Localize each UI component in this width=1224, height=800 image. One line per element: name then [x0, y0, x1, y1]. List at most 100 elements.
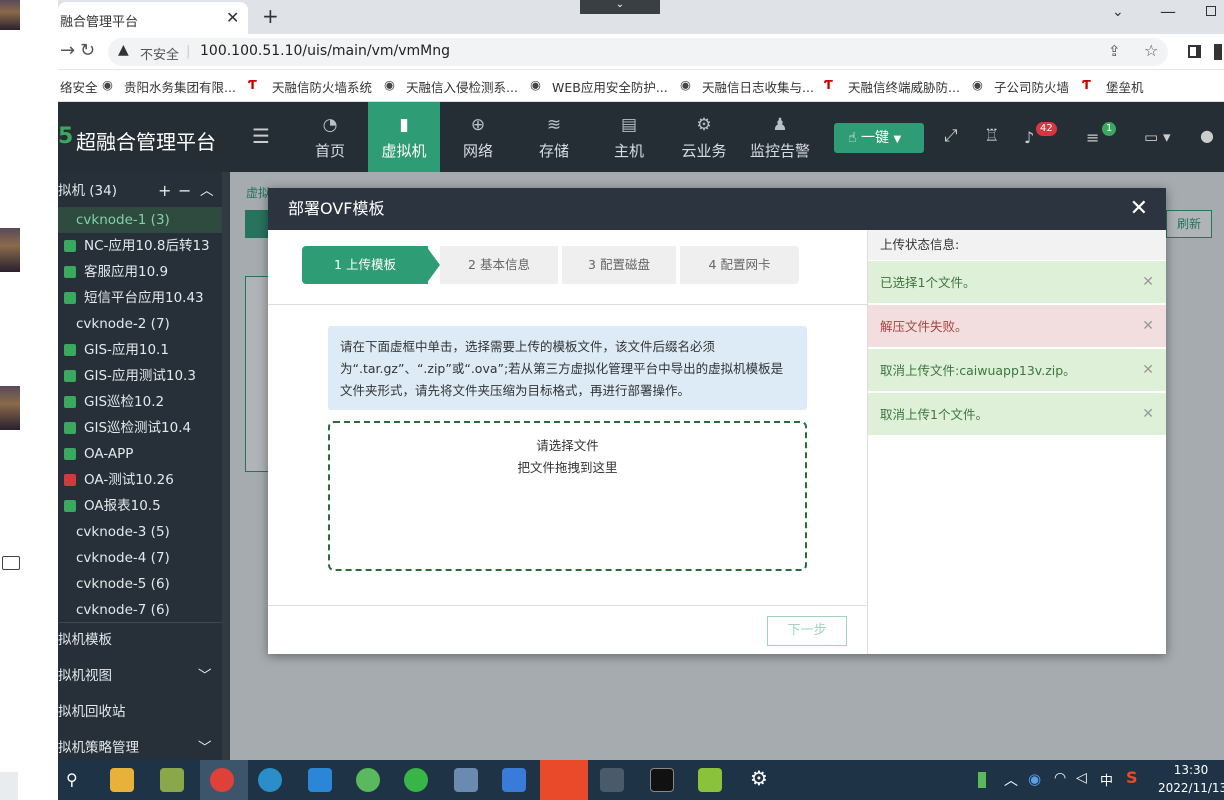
new-tab-icon[interactable]: +: [262, 4, 279, 28]
chevron-up-icon[interactable]: ︿: [200, 178, 214, 204]
app-icon[interactable]: [160, 768, 184, 792]
wifi-icon[interactable]: ◠: [1054, 770, 1066, 786]
add-icon[interactable]: +: [158, 178, 171, 204]
chrome-icon[interactable]: [210, 768, 234, 792]
file-explorer-icon[interactable]: [110, 768, 134, 792]
vm-running-icon: [64, 500, 76, 512]
restore-window-icon[interactable]: [1206, 6, 1216, 16]
tree-vm-node[interactable]: OA-测试10.26: [58, 467, 222, 493]
warning-icon: ▲: [118, 42, 129, 58]
tree-host-node[interactable]: cvknode-3 (5): [58, 519, 222, 545]
app-icon[interactable]: [454, 768, 478, 792]
vm-icon: ▮: [399, 115, 409, 135]
tree-vm-node[interactable]: GIS-应用10.1: [58, 337, 222, 363]
battery-icon[interactable]: [978, 772, 986, 788]
clock-time[interactable]: 13:30: [1158, 763, 1224, 777]
bookmark-item[interactable]: 堡垒机: [1106, 77, 1144, 96]
tree-vm-node[interactable]: 短信平台应用10.43: [58, 285, 222, 311]
tree-host-node[interactable]: cvknode-7 (6): [58, 597, 222, 623]
bookmark-item[interactable]: 天融信入侵检测系...: [406, 77, 518, 96]
shirt-icon[interactable]: ♖: [984, 126, 999, 146]
section-vm-policy[interactable]: 拟机策略管理 ﹀: [58, 735, 222, 761]
bookmark-item[interactable]: 天融信终端威胁防...: [848, 77, 960, 96]
bookmark-item[interactable]: WEB应用安全防护...: [552, 77, 668, 96]
sidebar-toggle-icon[interactable]: [1188, 45, 1201, 58]
wps-icon[interactable]: [540, 760, 588, 800]
tree-host-node[interactable]: cvknode-5 (6): [58, 571, 222, 597]
clock-date[interactable]: 2022/11/13: [1158, 781, 1224, 795]
user-icon[interactable]: ●: [1200, 126, 1214, 145]
tree-vm-node[interactable]: OA报表10.5: [58, 493, 222, 519]
section-vm-recycle[interactable]: 拟机回收站: [58, 699, 222, 725]
chevron-down-icon: ﹀: [198, 740, 212, 756]
nav-monitor[interactable]: ♟ 监控告警: [743, 102, 817, 172]
nav-vm[interactable]: ▮ 虚拟机: [368, 102, 440, 172]
tree-vm-node[interactable]: 客服应用10.9: [58, 259, 222, 285]
app-icon[interactable]: [356, 768, 380, 792]
tree-host-node[interactable]: cvknode-1 (3): [58, 207, 222, 233]
tree-host-node[interactable]: cvknode-2 (7): [58, 311, 222, 337]
tree-vm-node[interactable]: NC-应用10.8后转13: [58, 233, 222, 259]
volume-icon[interactable]: ◁: [1076, 770, 1087, 786]
nav-home[interactable]: ◔ 首页: [294, 102, 366, 172]
tree-node-label: GIS巡检测试10.4: [84, 420, 192, 436]
tab-search-icon[interactable]: ⌄: [1112, 4, 1124, 20]
fullscreen-icon[interactable]: ⤢: [944, 126, 958, 146]
tree-vm-node[interactable]: GIS巡检测试10.4: [58, 415, 222, 441]
minimize-icon[interactable]: —: [1160, 2, 1176, 21]
dismiss-icon[interactable]: ✕: [1142, 393, 1154, 436]
app-icon[interactable]: [698, 768, 722, 792]
close-icon[interactable]: ✕: [1130, 188, 1148, 230]
tree-vm-node[interactable]: OA-APP: [58, 441, 222, 467]
section-vm-view[interactable]: 拟机视图 ﹀: [58, 663, 222, 689]
reload-icon[interactable]: ↻: [80, 40, 95, 61]
nav-network[interactable]: ⊕ 网络: [442, 102, 514, 172]
ime-indicator[interactable]: 中: [1100, 770, 1113, 789]
bookmark-star-icon[interactable]: ☆: [1144, 41, 1158, 60]
settings-icon[interactable]: ⚙: [750, 766, 768, 790]
one-click-button[interactable]: ☝ 一键 ▼: [834, 123, 924, 153]
app-icon[interactable]: [600, 768, 624, 792]
profile-icon[interactable]: [1214, 44, 1222, 60]
terminal-icon[interactable]: [650, 768, 674, 792]
app-icon[interactable]: [502, 768, 526, 792]
file-drop-zone[interactable]: 请选择文件 把文件拖拽到这里: [328, 421, 807, 571]
bookmark-item[interactable]: 天融信防火墙系统: [272, 77, 372, 96]
tree-vm-node[interactable]: GIS巡检10.2: [58, 389, 222, 415]
dismiss-icon[interactable]: ✕: [1142, 305, 1154, 348]
nav-host[interactable]: ▤ 主机: [593, 102, 665, 172]
dismiss-icon[interactable]: ✕: [1142, 349, 1154, 392]
bookmark-item[interactable]: 贵阳水务集团有限...: [124, 77, 236, 96]
browser-tab[interactable]: 融合管理平台 ✕: [58, 2, 248, 34]
task-list-icon[interactable]: ≡: [1086, 128, 1099, 147]
nav-cloud[interactable]: ⚙ 云业务: [668, 102, 740, 172]
desktop-strip: [0, 0, 58, 800]
alarm-bell-icon[interactable]: ♪: [1024, 128, 1034, 147]
sogou-icon[interactable]: S: [1126, 768, 1138, 787]
tree-host-node[interactable]: cvknode-4 (7): [58, 545, 222, 571]
alarm-badge: 42: [1036, 122, 1057, 136]
chevron-down-icon[interactable]: ⌄: [580, 0, 660, 14]
bookmark-item[interactable]: 子公司防火墙: [994, 77, 1069, 96]
menu-toggle-icon[interactable]: ☰: [252, 124, 270, 148]
search-icon[interactable]: ⚲: [66, 770, 78, 789]
chevron-up-icon[interactable]: ︿: [1004, 770, 1018, 790]
app-icon[interactable]: [258, 768, 282, 792]
remove-icon[interactable]: −: [178, 178, 191, 204]
wechat-icon[interactable]: [404, 768, 428, 792]
nav-storage[interactable]: ≋ 存储: [518, 102, 590, 172]
close-tab-icon[interactable]: ✕: [226, 8, 239, 27]
network-app-icon[interactable]: ◉: [1028, 770, 1041, 788]
bookmark-item[interactable]: 天融信日志收集与...: [702, 77, 814, 96]
forward-icon[interactable]: →: [60, 40, 75, 61]
window-icon[interactable]: ▭ ▾: [1144, 128, 1170, 146]
url-field[interactable]: ▲ 不安全 | 100.100.51.10/uis/main/vm/vmMng …: [108, 38, 1168, 66]
tree-vm-node[interactable]: GIS-应用测试10.3: [58, 363, 222, 389]
dismiss-icon[interactable]: ✕: [1142, 261, 1154, 304]
section-vm-template[interactable]: 拟机模板: [58, 627, 222, 653]
logo-icon: 5: [58, 124, 74, 149]
share-icon[interactable]: ⇪: [1108, 42, 1121, 60]
next-button[interactable]: 下一步: [767, 616, 847, 646]
bookmark-item[interactable]: 络安全: [60, 77, 98, 96]
app-icon[interactable]: [308, 768, 332, 792]
